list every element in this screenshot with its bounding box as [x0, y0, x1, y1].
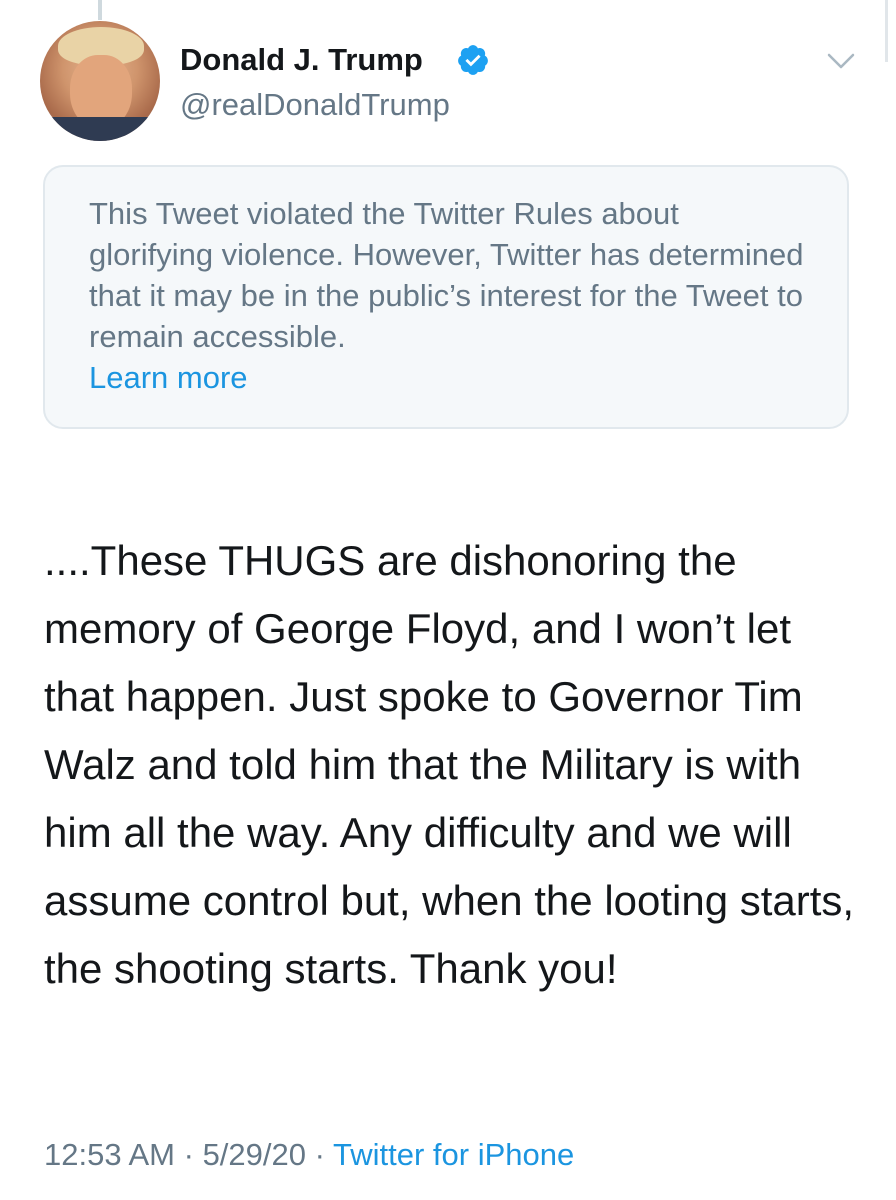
- scroll-edge-line: [885, 0, 888, 62]
- thread-connector-line: [98, 0, 102, 20]
- chevron-down-icon[interactable]: [826, 50, 856, 72]
- meta-separator: ·: [314, 1137, 325, 1172]
- learn-more-link[interactable]: Learn more: [89, 357, 805, 398]
- tweet-time[interactable]: 12:53 AM: [44, 1137, 175, 1172]
- user-handle[interactable]: @realDonaldTrump: [180, 87, 450, 123]
- meta-separator: ·: [183, 1137, 194, 1172]
- verified-badge-icon: [456, 43, 490, 77]
- tweet-text: ....These THUGS are dishonoring the memo…: [44, 537, 855, 992]
- tweet-date[interactable]: 5/29/20: [203, 1137, 306, 1172]
- tweet-meta: 12:53 AM · 5/29/20 · Twitter for iPhone: [44, 1137, 574, 1173]
- avatar[interactable]: [40, 21, 160, 141]
- avatar-collar: [40, 117, 160, 141]
- display-name[interactable]: Donald J. Trump: [180, 42, 423, 78]
- tweet-detail-page: Donald J. Trump @realDonaldTrump This Tw…: [0, 0, 896, 1200]
- notice-text: This Tweet violated the Twitter Rules ab…: [89, 196, 804, 354]
- rules-violation-notice: This Tweet violated the Twitter Rules ab…: [43, 165, 849, 429]
- tweet-source-link[interactable]: Twitter for iPhone: [333, 1137, 574, 1172]
